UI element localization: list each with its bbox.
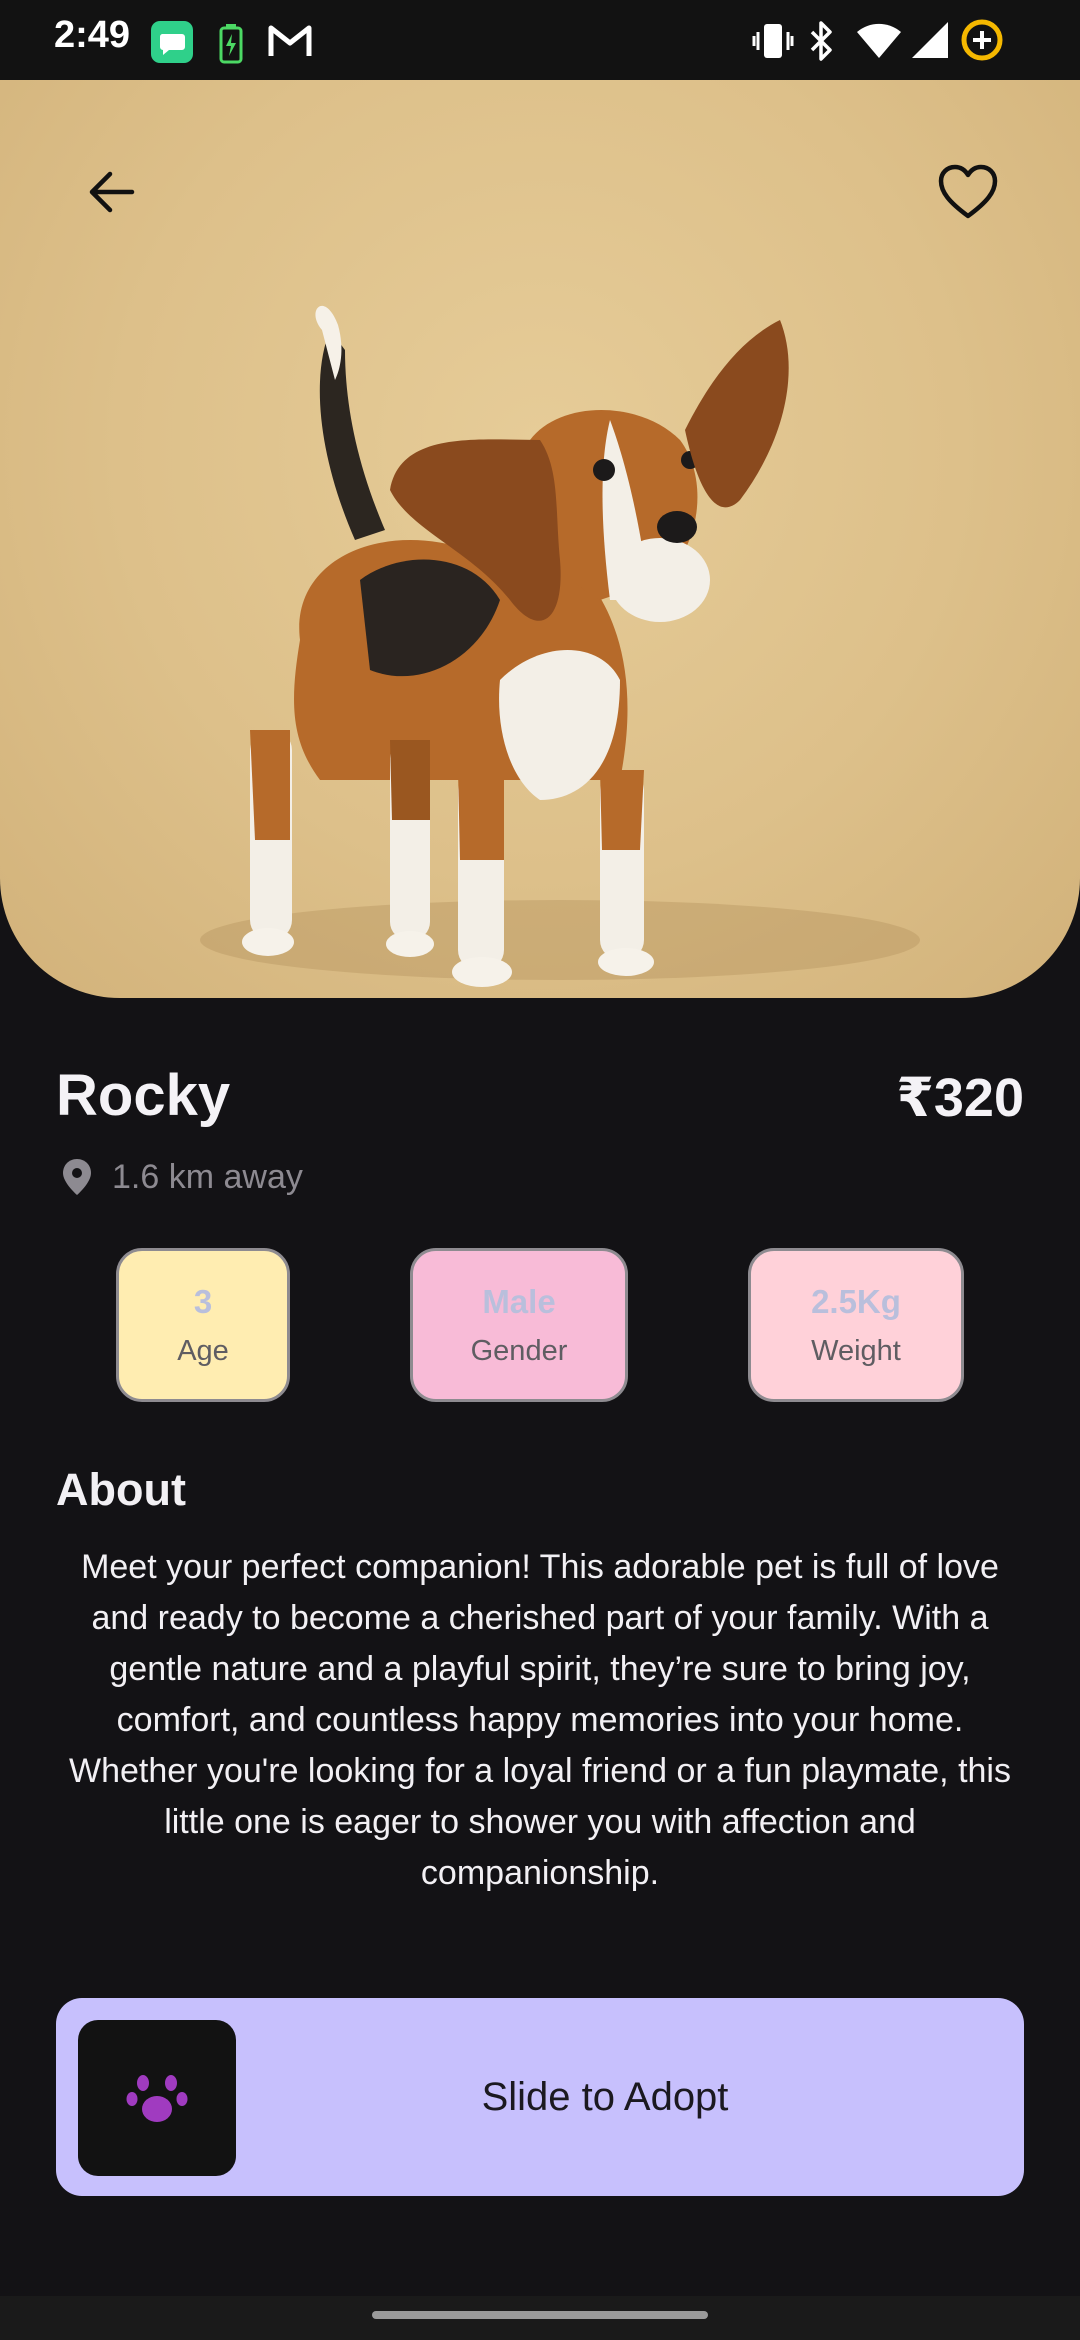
messages-icon: [150, 20, 194, 69]
stat-label-weight: Weight: [811, 1334, 901, 1367]
back-button[interactable]: [72, 152, 152, 232]
paw-icon: [126, 2075, 188, 2122]
vibrate-icon: [752, 20, 794, 67]
data-saver-icon: [960, 18, 1004, 67]
home-indicator[interactable]: [372, 2311, 708, 2319]
about-title: About: [56, 1464, 186, 1515]
pet-name: Rocky: [56, 1063, 231, 1128]
stat-label-age: Age: [177, 1334, 229, 1367]
gmail-icon: [268, 22, 312, 63]
stat-card-age: 3 Age: [116, 1248, 290, 1402]
status-bar: 2:49: [0, 0, 1080, 80]
location-pin-icon: [63, 1159, 91, 1195]
stat-value-age: 3: [193, 1282, 213, 1320]
adopt-slider[interactable]: Slide to Adopt: [56, 1998, 1024, 2196]
signal-icon: [910, 20, 950, 65]
beagle-dog-photo: [200, 305, 920, 987]
status-time: 2:49: [54, 14, 131, 56]
stat-card-gender: Male Gender: [410, 1248, 628, 1402]
arrow-left-icon: [89, 171, 135, 213]
stat-label-gender: Gender: [470, 1334, 568, 1367]
about-text: Meet your perfect companion! This adorab…: [69, 1548, 1011, 1892]
bluetooth-icon: [806, 20, 838, 67]
location-row: 1.6 km away: [60, 1154, 303, 1200]
pet-price: ₹320: [896, 1068, 1024, 1128]
heart-outline-icon: [938, 164, 998, 219]
favorite-button[interactable]: [928, 152, 1008, 232]
stat-value-weight: 2.5Kg: [811, 1282, 901, 1320]
pet-hero-image: [0, 80, 1080, 998]
stat-card-weight: 2.5Kg Weight: [748, 1248, 964, 1402]
distance-text: 1.6 km away: [112, 1157, 303, 1196]
stat-value-gender: Male: [482, 1282, 556, 1320]
battery-saver-icon: [218, 22, 244, 69]
wifi-icon: [856, 20, 902, 65]
slider-label: Slide to Adopt: [481, 2074, 729, 2119]
